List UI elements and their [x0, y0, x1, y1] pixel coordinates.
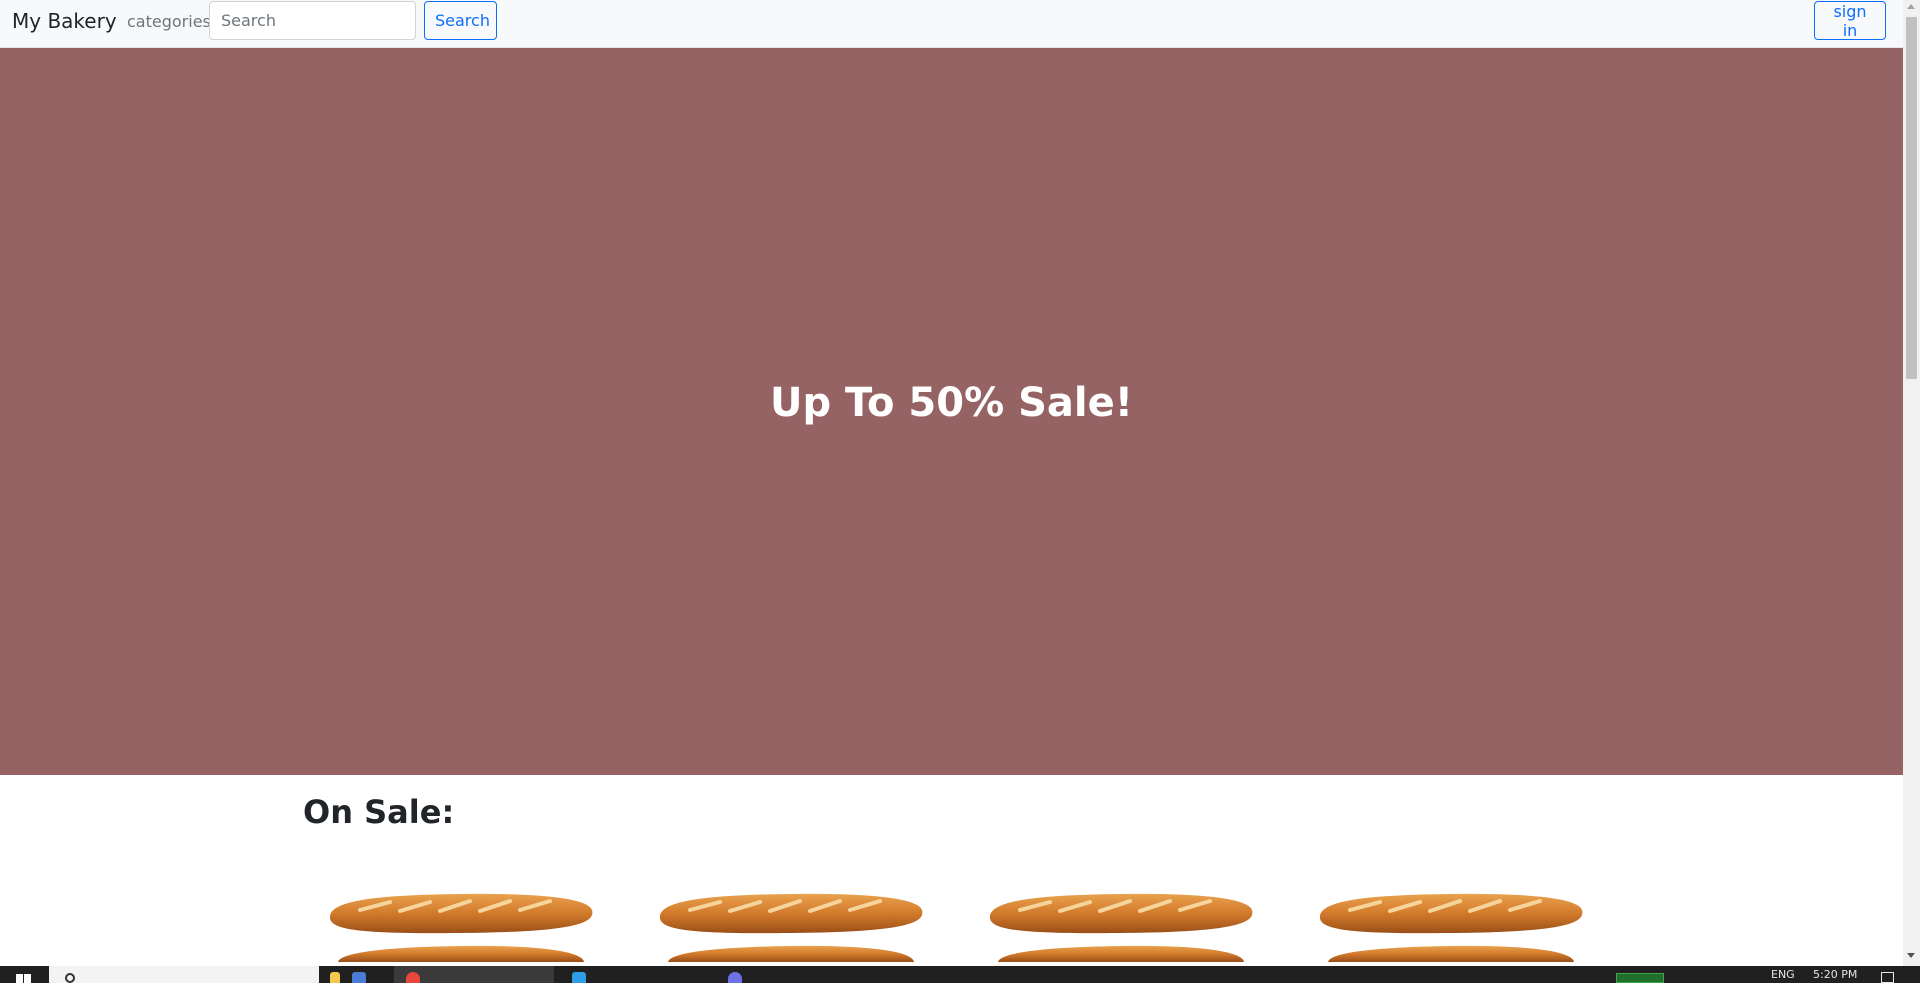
baguette-image: [989, 893, 1253, 962]
product-card[interactable]: [980, 880, 1260, 966]
language-indicator[interactable]: ENG: [1771, 968, 1795, 981]
vertical-scrollbar[interactable]: [1903, 0, 1920, 966]
baguette-image: [329, 893, 593, 962]
search-icon: [65, 973, 75, 983]
hero-banner: Up To 50% Sale!: [0, 48, 1903, 775]
search-input[interactable]: [209, 1, 416, 40]
search-button[interactable]: Search: [424, 1, 497, 40]
taskbar-clock[interactable]: 5:20 PM: [1813, 968, 1857, 981]
baguette-image: [659, 893, 923, 962]
scroll-up-arrow-icon[interactable]: [1907, 4, 1915, 9]
baguette-image: [1319, 893, 1583, 962]
taskbar: ENG 5:20 PM: [0, 966, 1920, 983]
web-page: My Bakery categories Search sign in Up T…: [0, 0, 1903, 966]
scrollbar-thumb[interactable]: [1906, 17, 1917, 379]
taskbar-search-box[interactable]: [49, 966, 319, 983]
product-card[interactable]: [650, 880, 930, 966]
vscode-icon: [572, 972, 586, 983]
product-card[interactable]: [1310, 880, 1590, 966]
product-card[interactable]: [320, 880, 600, 966]
brand-link[interactable]: My Bakery: [12, 9, 117, 33]
copilot-icon[interactable]: [326, 966, 348, 983]
chrome-icon: [406, 972, 420, 983]
navbar: My Bakery categories Search sign in: [0, 0, 1903, 48]
taskbar-vscode-app[interactable]: [560, 966, 710, 983]
notification-icon[interactable]: [1881, 972, 1894, 983]
calendar-app-icon[interactable]: [348, 966, 370, 983]
taskbar-discord-app[interactable]: [716, 966, 856, 983]
windows-start-icon[interactable]: [16, 974, 31, 983]
hero-title: Up To 50% Sale!: [770, 380, 1133, 426]
scroll-down-arrow-icon[interactable]: [1907, 953, 1915, 958]
categories-link[interactable]: categories: [127, 12, 211, 31]
battery-icon[interactable]: [1616, 973, 1664, 983]
sign-in-button[interactable]: sign in: [1814, 1, 1886, 40]
taskbar-chrome-app[interactable]: [394, 966, 554, 983]
discord-icon: [728, 972, 742, 983]
on-sale-heading: On Sale:: [303, 793, 455, 831]
